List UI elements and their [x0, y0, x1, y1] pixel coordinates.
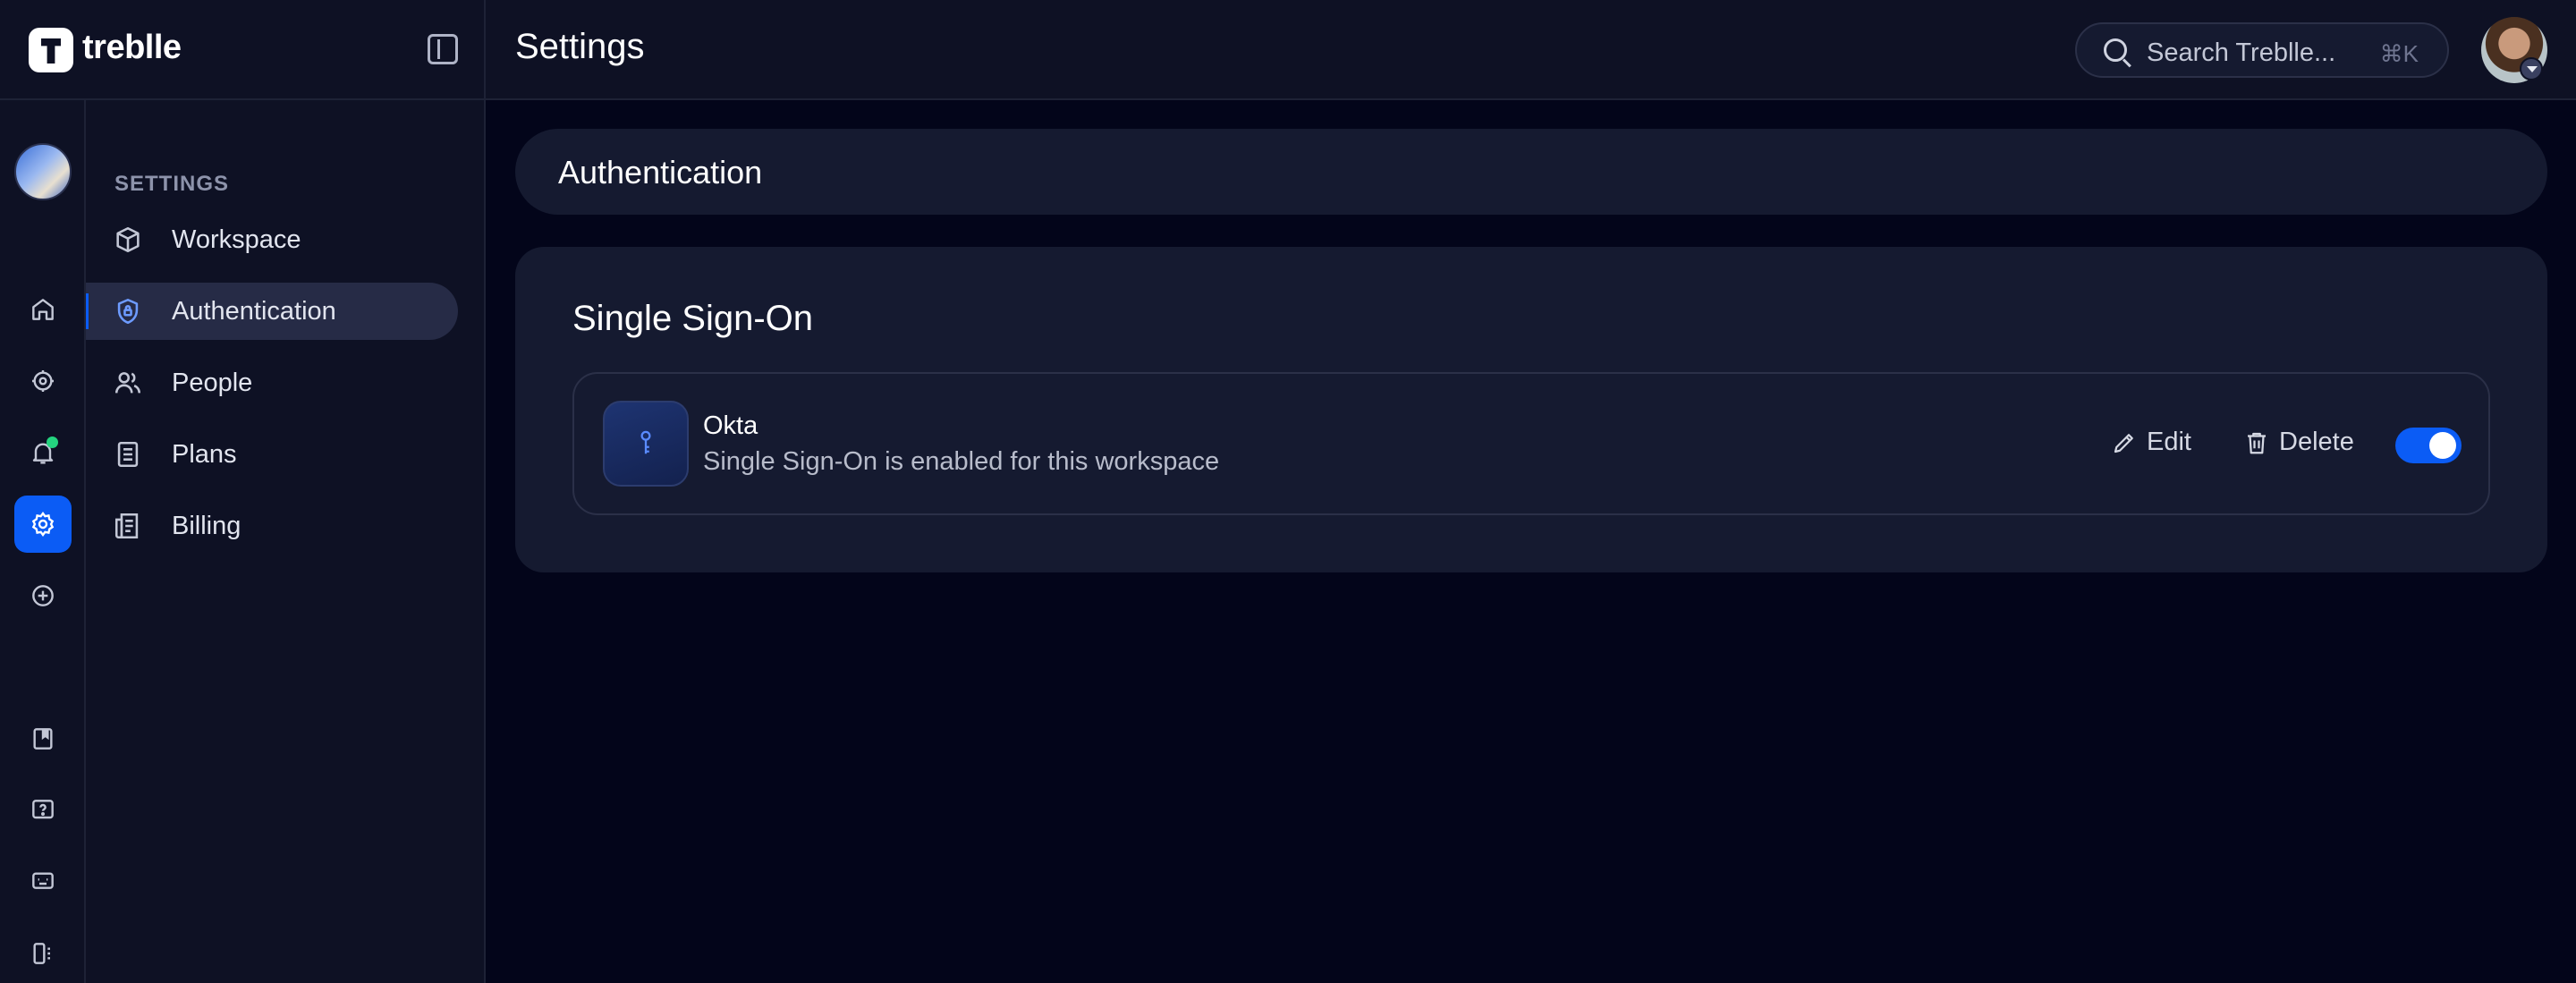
sidebar-item-label: Authentication	[172, 296, 336, 326]
sso-card: Single Sign-On Okta Single Sign-On is en…	[515, 247, 2547, 572]
book-icon	[33, 728, 53, 750]
chevron-down-icon[interactable]	[2520, 57, 2543, 81]
top-bar: treblle Settings Search Treblle... ⌘K	[0, 0, 2576, 100]
sidebar-item-label: People	[172, 368, 253, 397]
delete-label: Delete	[2279, 428, 2354, 456]
rail-chat-button[interactable]	[14, 853, 72, 911]
sidebar-item-label: Workspace	[172, 225, 301, 254]
document-icon	[117, 441, 139, 468]
workspace-avatar[interactable]	[14, 143, 72, 200]
receipt-icon	[114, 513, 139, 539]
chat-icon	[32, 872, 54, 889]
sidebar-item-people[interactable]: People	[86, 354, 458, 411]
section-title: Authentication	[558, 154, 763, 191]
trash-icon	[2248, 432, 2266, 453]
shield-lock-icon	[117, 298, 139, 325]
provider-logo	[603, 401, 689, 487]
page-title: Settings	[515, 27, 645, 66]
rail-apis-button[interactable]	[14, 352, 72, 410]
search-icon	[2104, 38, 2127, 62]
search-shortcut: ⌘K	[2379, 40, 2419, 67]
sidebar-toggle-icon[interactable]	[428, 34, 458, 64]
rail-notifications-button[interactable]	[14, 424, 72, 481]
icon-rail	[0, 100, 86, 983]
people-icon	[114, 372, 141, 394]
edit-label: Edit	[2147, 428, 2191, 456]
rail-add-button[interactable]	[14, 567, 72, 624]
home-icon	[32, 299, 54, 320]
api-gear-icon	[32, 370, 54, 392]
sidebar-item-plans[interactable]: Plans	[86, 426, 458, 483]
plus-circle-icon	[32, 585, 54, 606]
rail-docs-button[interactable]	[14, 710, 72, 767]
search-placeholder: Search Treblle...	[2147, 38, 2336, 67]
card-title: Single Sign-On	[572, 299, 814, 338]
sidebar-item-authentication[interactable]: Authentication	[86, 283, 458, 340]
cube-icon	[116, 226, 140, 253]
section-header: Authentication	[515, 129, 2547, 215]
sso-enabled-toggle[interactable]	[2395, 428, 2462, 463]
delete-button[interactable]: Delete	[2243, 428, 2354, 457]
sidebar-item-label: Plans	[172, 439, 237, 469]
rail-help-button[interactable]	[14, 782, 72, 839]
sso-provider-row: Okta Single Sign-On is enabled for this …	[572, 372, 2490, 515]
brand-area: treblle	[0, 0, 486, 98]
provider-name: Okta	[703, 411, 758, 440]
treblle-logo-icon[interactable]	[29, 28, 73, 72]
sidebar-item-billing[interactable]: Billing	[86, 497, 458, 555]
question-icon	[32, 800, 54, 819]
rail-settings-button[interactable]	[14, 496, 72, 553]
toggle-knob	[2429, 432, 2456, 459]
key-icon	[640, 430, 651, 454]
search-input[interactable]: Search Treblle... ⌘K	[2075, 22, 2449, 78]
sidebar-item-workspace[interactable]: Workspace	[86, 211, 458, 268]
settings-sidebar: SETTINGS Workspace Authentication People…	[86, 100, 486, 983]
rail-apps-button[interactable]	[14, 925, 72, 982]
logo-text[interactable]: treblle	[82, 29, 182, 67]
notification-badge	[47, 436, 58, 448]
apps-icon	[33, 943, 50, 964]
sidebar-item-label: Billing	[172, 511, 242, 540]
gear-icon	[31, 512, 55, 537]
edit-button[interactable]: Edit	[2111, 428, 2191, 457]
provider-description: Single Sign-On is enabled for this works…	[703, 447, 1220, 476]
pencil-icon	[2114, 433, 2133, 453]
sidebar-heading: SETTINGS	[114, 172, 230, 196]
rail-home-button[interactable]	[14, 281, 72, 338]
